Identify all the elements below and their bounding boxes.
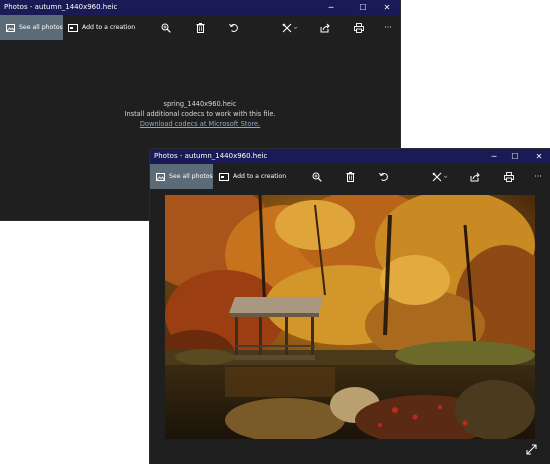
print-icon[interactable] xyxy=(499,164,519,189)
front-maximize-button[interactable]: ☐ xyxy=(502,149,528,164)
more-icon[interactable]: ··· xyxy=(378,15,398,40)
rotate-icon[interactable] xyxy=(374,164,394,189)
front-close-button[interactable]: ✕ xyxy=(526,149,550,164)
front-window: Photos - autumn_1440x960.heic ─ ☐ ✕ See … xyxy=(150,149,550,464)
photos-icon xyxy=(156,172,165,181)
back-see-all-photos-label: See all photos xyxy=(19,24,63,31)
back-filename-text: spring_1440x960.heic xyxy=(163,100,237,108)
add-creation-icon xyxy=(68,23,78,32)
back-add-to-creation-label: Add to a creation xyxy=(82,24,136,31)
share-icon[interactable] xyxy=(315,15,335,40)
share-icon[interactable] xyxy=(465,164,485,189)
rotate-icon[interactable] xyxy=(224,15,244,40)
edit-icon[interactable] xyxy=(278,15,302,40)
expand-icon[interactable] xyxy=(524,442,538,456)
zoom-icon[interactable] xyxy=(156,15,176,40)
back-maximize-button[interactable]: ☐ xyxy=(350,0,376,15)
front-toolbar: See all photos Add to a creation ··· xyxy=(150,164,550,189)
photos-icon xyxy=(6,23,15,32)
download-codecs-link[interactable]: Download codecs at Microsoft Store. xyxy=(0,120,400,128)
back-close-button[interactable]: ✕ xyxy=(374,0,400,15)
back-title-bar[interactable]: Photos - autumn_1440x960.heic ─ ☐ ✕ xyxy=(0,0,400,15)
back-codec-info-text: Install additional codecs to work with t… xyxy=(124,110,276,118)
more-icon[interactable]: ··· xyxy=(528,164,548,189)
edit-icon[interactable] xyxy=(428,164,452,189)
back-window-title: Photos - autumn_1440x960.heic xyxy=(4,3,118,11)
front-window-title: Photos - autumn_1440x960.heic xyxy=(154,152,268,160)
back-add-to-creation-button[interactable]: Add to a creation xyxy=(68,15,135,40)
autumn-photo xyxy=(165,195,535,439)
add-creation-icon xyxy=(219,172,229,181)
front-see-all-photos-label: See all photos xyxy=(169,173,213,180)
front-add-to-creation-button[interactable]: Add to a creation xyxy=(219,164,286,189)
delete-icon[interactable] xyxy=(190,15,210,40)
front-add-to-creation-label: Add to a creation xyxy=(233,173,287,180)
delete-icon[interactable] xyxy=(340,164,360,189)
zoom-icon[interactable] xyxy=(307,164,327,189)
print-icon[interactable] xyxy=(349,15,369,40)
front-see-all-photos-button[interactable]: See all photos xyxy=(150,164,213,189)
back-see-all-photos-button[interactable]: See all photos xyxy=(0,15,63,40)
front-title-bar[interactable]: Photos - autumn_1440x960.heic ─ ☐ ✕ xyxy=(150,149,550,164)
back-minimize-button[interactable]: ─ xyxy=(318,0,344,15)
back-toolbar: See all photos Add to a creation ··· xyxy=(0,15,400,40)
